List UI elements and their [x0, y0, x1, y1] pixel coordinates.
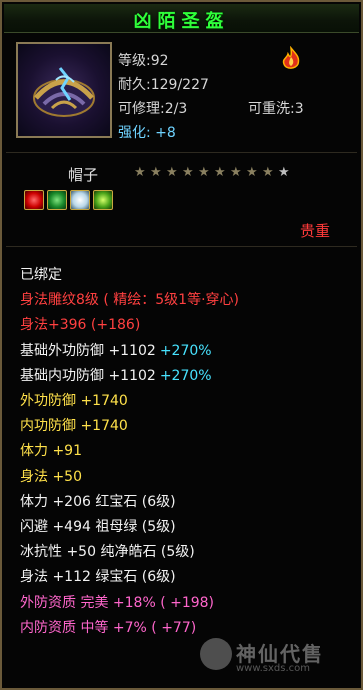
- star-empty-icon: ★: [278, 165, 290, 180]
- attribute-text: 体力 +91: [20, 443, 82, 460]
- helmet-icon: [33, 67, 95, 117]
- attribute-line: 闪避 +494 祖母绿 (5级): [20, 516, 176, 536]
- attribute-text: 已绑定: [20, 267, 62, 283]
- gem-slots: [24, 190, 113, 210]
- attribute-text: 冰抗性 +50 纯净皓石 (5级): [20, 544, 195, 561]
- attribute-percent: +270%: [159, 367, 212, 384]
- watermark: 神仙代售 www.sxds.com: [198, 632, 358, 680]
- item-tooltip-panel: 凶陌圣盔 等级:92 耐久:129/227 可修理:2/3 可重洗:3 强化: …: [0, 0, 363, 690]
- white-gem-icon[interactable]: [70, 190, 90, 210]
- lime-gem-icon[interactable]: [93, 190, 113, 210]
- attribute-text: 内功防御 +1740: [20, 418, 128, 435]
- helmet-item-icon[interactable]: [16, 42, 112, 138]
- divider: [6, 246, 357, 247]
- attribute-line: 体力 +91: [20, 440, 82, 460]
- attribute-text: 外功防御 +1740: [20, 393, 128, 409]
- stat-level: 等级:92: [118, 53, 169, 69]
- attribute-line: 体力 +206 红宝石 (6级): [20, 491, 176, 511]
- attribute-line: 已绑定: [20, 264, 62, 284]
- attribute-line: 冰抗性 +50 纯净皓石 (5级): [20, 541, 195, 561]
- attribute-text: 体力 +206 红宝石 (6级): [20, 493, 176, 510]
- star-filled-icon: ★: [150, 165, 162, 180]
- attribute-text: 外防资质 完美 +18% ( +198): [20, 594, 215, 611]
- attribute-percent: +270%: [159, 342, 212, 359]
- title-bar: 凶陌圣盔: [4, 4, 359, 33]
- precious-label: 贵重: [300, 222, 331, 240]
- star-filled-icon: ★: [166, 165, 178, 180]
- attribute-line: 身法雕纹8级 ( 精绘：5级1等·穿心): [20, 289, 239, 309]
- attribute-text: 闪避 +494 祖母绿 (5级): [20, 519, 176, 535]
- attribute-line: 基础外功防御 +1102 +270%: [20, 340, 212, 360]
- item-name: 凶陌圣盔: [133, 11, 230, 32]
- star-filled-icon: ★: [198, 165, 210, 180]
- attribute-line: 内防资质 中等 +7% ( +77): [20, 617, 196, 637]
- attribute-line: 外防资质 完美 +18% ( +198): [20, 592, 214, 612]
- star-filled-icon: ★: [246, 165, 258, 180]
- attribute-text: 基础外功防御 +1102: [20, 342, 156, 359]
- green-gem-icon[interactable]: [47, 190, 67, 210]
- star-filled-icon: ★: [262, 165, 274, 180]
- divider: [6, 152, 357, 153]
- attribute-text: 身法 +50: [20, 468, 82, 485]
- stat-enhance: 强化: +8: [118, 125, 176, 141]
- star-filled-icon: ★: [182, 165, 194, 180]
- attribute-line: 身法 +112 绿宝石 (6级): [20, 566, 176, 586]
- watermark-url: www.sxds.com: [236, 663, 311, 674]
- star-rating: ★ ★ ★ ★ ★ ★ ★ ★ ★ ★: [134, 166, 291, 179]
- attribute-line: 内功防御 +1740: [20, 415, 128, 435]
- attribute-text: 身法+396 (+186): [20, 317, 141, 334]
- star-filled-icon: ★: [214, 165, 226, 180]
- item-type-label: 帽子: [68, 166, 99, 184]
- star-filled-icon: ★: [134, 165, 146, 180]
- star-filled-icon: ★: [230, 165, 242, 180]
- attribute-line: 基础内功防御 +1102 +270%: [20, 365, 212, 385]
- stat-durability: 耐久:129/227: [118, 77, 209, 93]
- red-gem-icon[interactable]: [24, 190, 44, 210]
- mascot-logo-icon: [200, 638, 232, 670]
- attribute-line: 身法+396 (+186): [20, 314, 140, 334]
- attribute-text: 身法雕纹8级 ( 精绘：5级1等·穿心): [20, 292, 239, 309]
- attribute-text: 身法 +112 绿宝石 (6级): [20, 569, 176, 586]
- stat-repair: 可修理:2/3: [118, 101, 188, 117]
- stat-rewash: 可重洗:3: [248, 101, 304, 117]
- flame-icon: [282, 46, 300, 69]
- attribute-line: 身法 +50: [20, 466, 82, 486]
- attribute-text: 内防资质 中等 +7% ( +77): [20, 619, 197, 636]
- attribute-line: 外功防御 +1740: [20, 390, 128, 410]
- attribute-text: 基础内功防御 +1102: [20, 367, 156, 384]
